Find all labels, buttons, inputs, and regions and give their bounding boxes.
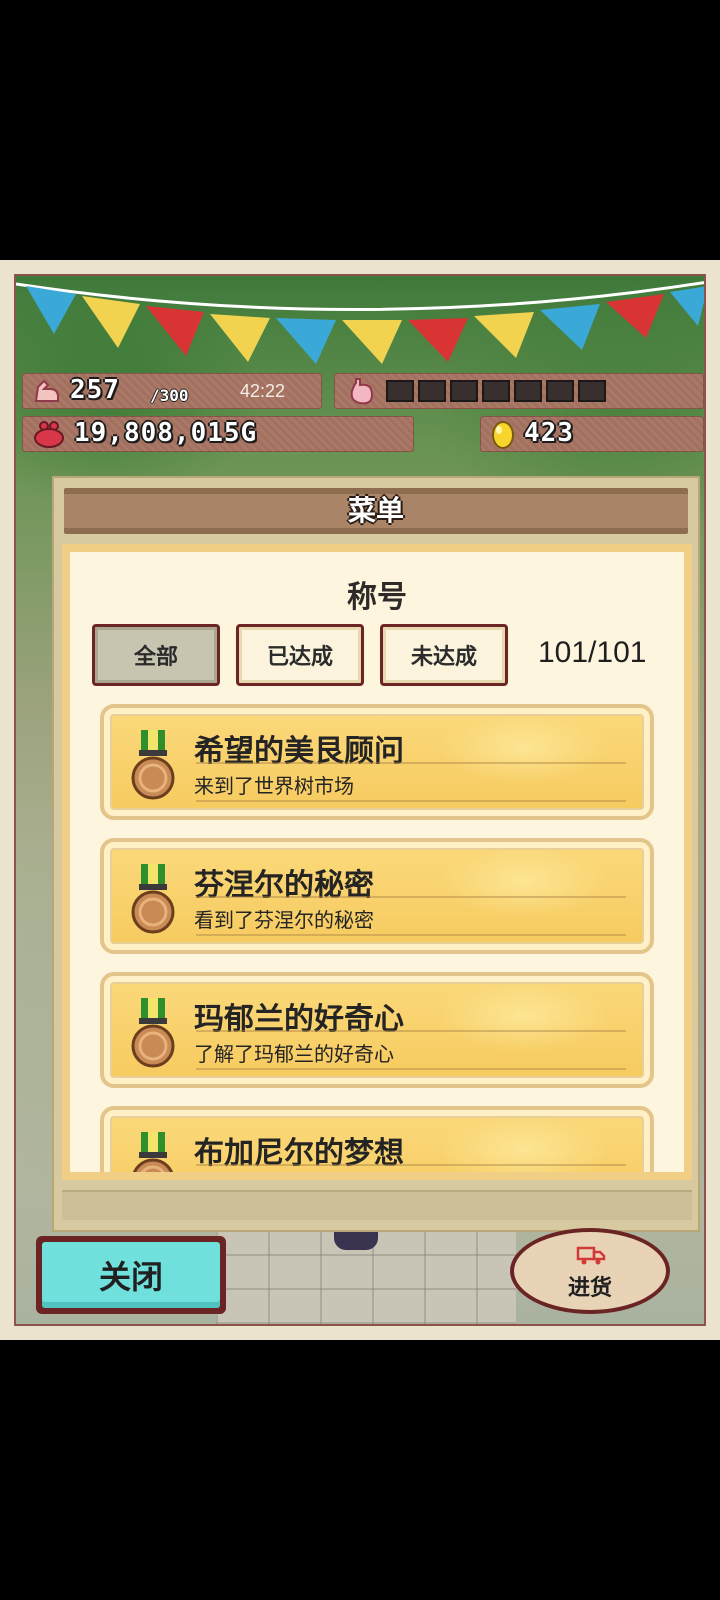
card-divider [196,1164,626,1166]
card-divider [196,1030,626,1032]
close-button[interactable]: 关闭 [36,1236,226,1314]
filter-unachieved-button[interactable]: 未达成 [380,624,508,686]
title-card[interactable]: 希望的美艮顾问 来到了世界树市场 [100,704,654,820]
title-card[interactable]: 芬涅尔的秘密 看到了芬涅尔的秘密 [100,838,654,954]
stamina-bar: 257 /300 42:22 [22,373,322,409]
title-description: 了解了玛郁兰的好奇心 [194,1042,394,1066]
hunger-cell [418,380,446,402]
festival-bunting [16,281,704,364]
timer: 42:22 [240,381,286,401]
menu-panel: 菜单 称号 全部 已达成 未达成 101/101 希望的美艮顾问 来到了世界树市… [52,476,700,1232]
close-button-label: 关闭 [98,1258,163,1296]
stamina-max: /300 [150,386,189,405]
card-divider [196,896,626,898]
menu-footer [62,1190,692,1220]
titles-count: 101/101 [538,636,647,669]
close-button-face: 关闭 [42,1242,220,1308]
title-description: 看到了芬涅尔的秘密 [194,908,374,932]
restock-button-label: 进货 [567,1276,612,1301]
title-description: 来到了世界树市场 [194,774,354,798]
eggs-bar: 423 [480,416,704,452]
title-card[interactable]: 布加尼尔的梦想 [100,1106,654,1172]
hunger-cell [514,380,542,402]
hunger-bar [334,373,704,409]
truck-icon [576,1246,606,1265]
bronze-medal-icon [131,864,175,934]
coin-purse-icon [34,421,64,448]
golden-egg-icon [492,421,514,449]
hunger-cell [482,380,510,402]
stomach-icon [350,378,374,405]
filter-all-label: 全部 [133,645,178,670]
filter-achieved-button[interactable]: 已达成 [236,624,364,686]
game-screen: 257 /300 42:22 19,808,015G 423 菜单 称号 全部 … [0,260,720,1340]
card-divider [196,1068,626,1070]
bronze-medal-icon [131,730,175,800]
filter-unachieved-label: 未达成 [410,645,477,670]
gold-bar: 19,808,015G [22,416,414,452]
card-divider [196,762,626,764]
stamina-current: 257 [70,375,120,405]
muscle-arm-icon [34,379,59,402]
hunger-cell [450,380,478,402]
restock-button[interactable]: 进货 [510,1228,670,1314]
eggs-amount: 423 [524,418,574,448]
filter-all-button[interactable]: 全部 [92,624,220,686]
section-title: 称号 [347,580,407,615]
card-divider [196,800,626,802]
hunger-cell [578,380,606,402]
bronze-medal-icon [131,998,175,1068]
title-card[interactable]: 玛郁兰的好奇心 了解了玛郁兰的好奇心 [100,972,654,1088]
hunger-cell [546,380,574,402]
menu-header: 菜单 [64,488,688,534]
menu-title: 菜单 [347,494,404,527]
bronze-medal-icon [133,1132,173,1172]
market-scene-background: 257 /300 42:22 19,808,015G 423 菜单 称号 全部 … [14,274,706,1326]
titles-panel: 称号 全部 已达成 未达成 101/101 希望的美艮顾问 来到了世界树市场 芬… [62,544,692,1180]
filter-achieved-label: 已达成 [266,645,333,670]
card-divider [196,934,626,936]
gold-amount: 19,808,015G [74,418,258,448]
hunger-cell [386,380,414,402]
